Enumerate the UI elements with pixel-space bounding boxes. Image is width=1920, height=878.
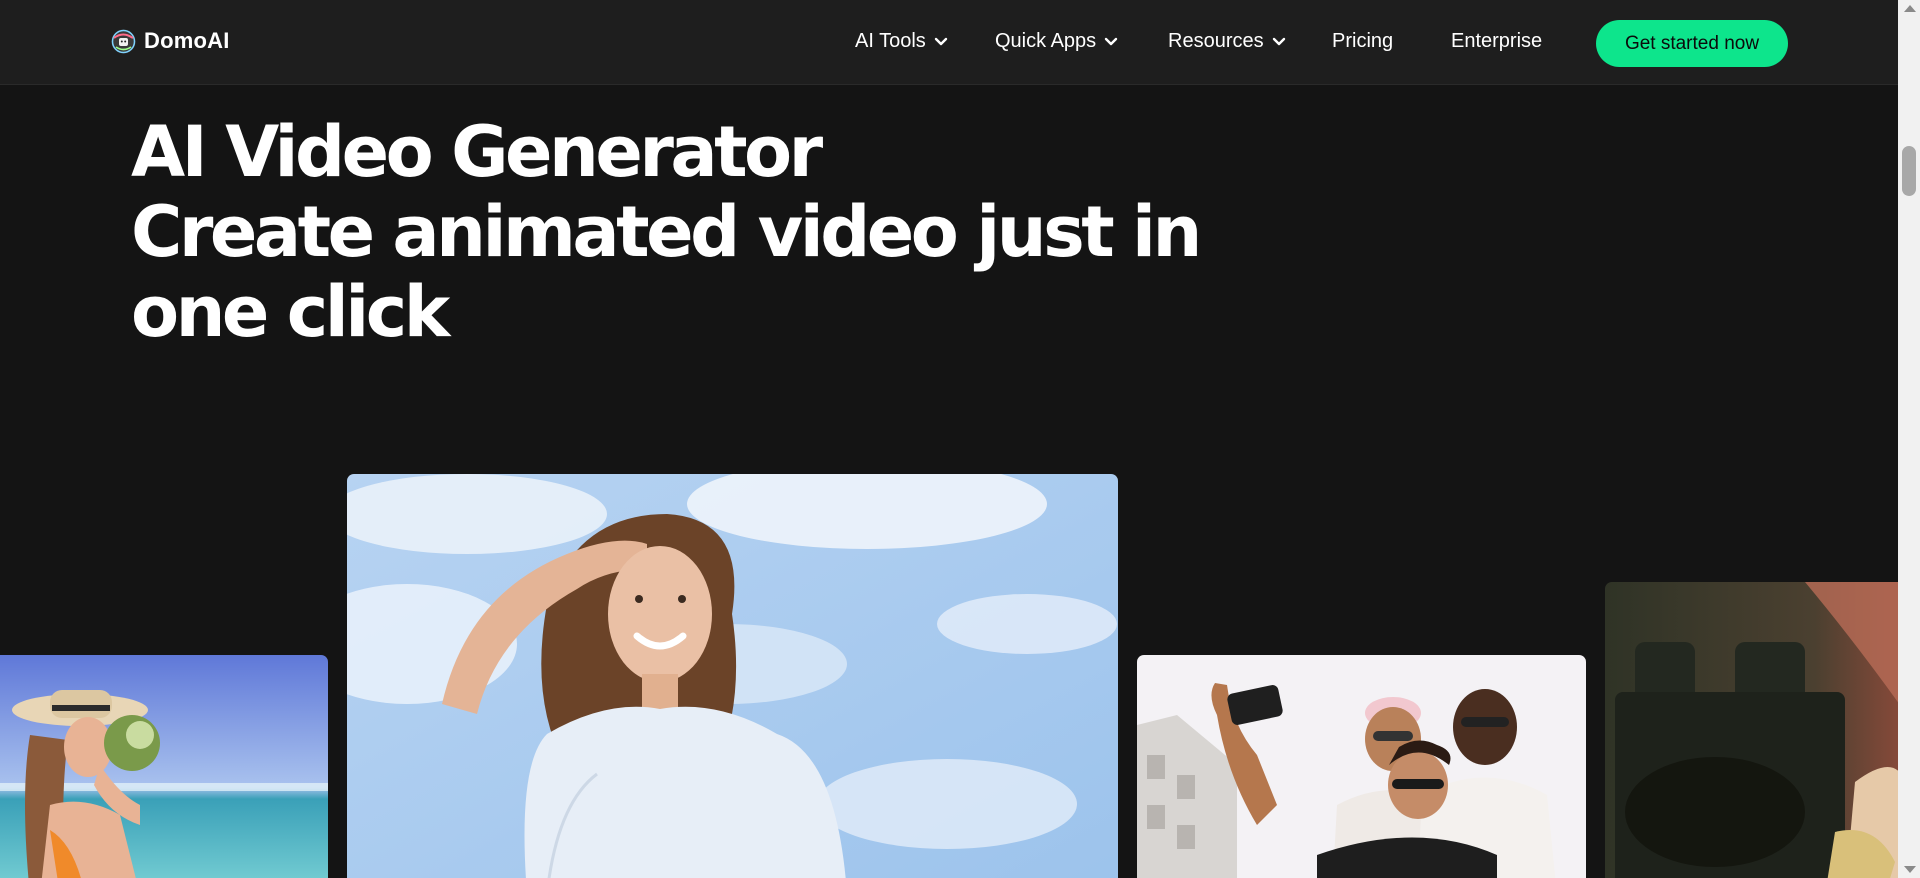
woman-sky-photo xyxy=(347,474,1118,878)
nav-resources-label: Resources xyxy=(1168,30,1264,52)
hero-title-line-1: AI Video Generator xyxy=(131,111,823,193)
friends-selfie-photo xyxy=(1137,655,1586,878)
page-scrollbar[interactable] xyxy=(1898,0,1920,878)
page: DomoAI AI Tools Quick Apps Resources Pri… xyxy=(0,0,1898,878)
gallery-card-car[interactable] xyxy=(1605,582,1898,878)
nav-enterprise-label: Enterprise xyxy=(1451,30,1543,52)
nav-pricing-label: Pricing xyxy=(1332,30,1394,52)
scrollbar-thumb[interactable] xyxy=(1902,146,1916,196)
chevron-down-icon xyxy=(1272,37,1285,45)
nav-quick-apps-label: Quick Apps xyxy=(995,30,1097,52)
hero-title-line-2: Create animated video just in xyxy=(131,191,1202,273)
top-navbar: DomoAI AI Tools Quick Apps Resources Pri… xyxy=(0,0,1898,85)
nav-resources[interactable]: Resources xyxy=(1168,30,1286,53)
hero-title: AI Video Generator Create animated video… xyxy=(131,111,1202,353)
chevron-down-icon xyxy=(1104,37,1118,45)
nav-enterprise[interactable]: Enterprise xyxy=(1451,30,1542,53)
car-interior-photo xyxy=(1605,582,1898,878)
nav-ai-tools[interactable]: AI Tools xyxy=(855,30,948,53)
hero-title-line-3: one click xyxy=(131,271,450,353)
logo-text: DomoAI xyxy=(144,28,230,53)
scroll-down-arrow-icon[interactable] xyxy=(1904,866,1916,873)
get-started-button[interactable]: Get started now xyxy=(1596,20,1788,67)
nav-quick-apps[interactable]: Quick Apps xyxy=(995,30,1118,53)
scroll-up-arrow-icon[interactable] xyxy=(1904,5,1916,12)
nav-pricing[interactable]: Pricing xyxy=(1332,30,1393,53)
gallery-card-beach[interactable] xyxy=(0,655,328,878)
domoai-logo-icon xyxy=(111,29,136,53)
chevron-down-icon xyxy=(934,37,947,45)
beach-coconut-photo xyxy=(0,655,328,878)
nav-ai-tools-label: AI Tools xyxy=(855,30,926,52)
gallery-card-selfie[interactable] xyxy=(1137,655,1586,878)
logo[interactable]: DomoAI xyxy=(111,28,230,54)
gallery-card-sky-woman[interactable] xyxy=(347,474,1118,878)
